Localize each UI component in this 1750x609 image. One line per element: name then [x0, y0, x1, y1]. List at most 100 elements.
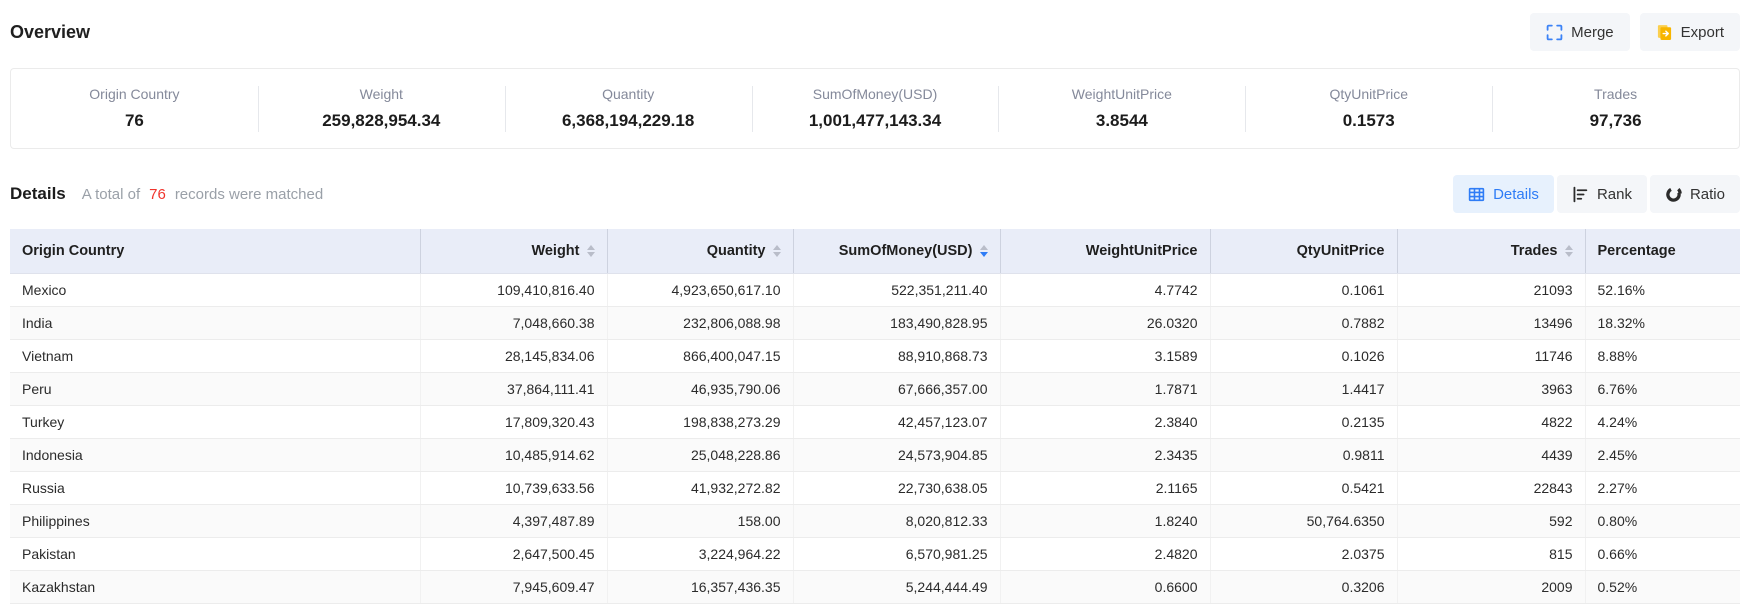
- cell-qty_unit_price: 50,764.6350: [1210, 504, 1397, 537]
- cell-quantity: 866,400,047.15: [607, 339, 793, 372]
- table-row-peru: Peru37,864,111.4146,935,790.0667,666,357…: [10, 372, 1740, 405]
- cell-percentage: 4.24%: [1585, 405, 1740, 438]
- cell-quantity: 158.00: [607, 504, 793, 537]
- cell-percentage: 6.76%: [1585, 372, 1740, 405]
- table-row-philippines: Philippines4,397,487.89158.008,020,812.3…: [10, 504, 1740, 537]
- export-button[interactable]: Export: [1640, 13, 1740, 51]
- cell-origin_country: Peru: [10, 372, 420, 405]
- cell-quantity: 198,838,273.29: [607, 405, 793, 438]
- cell-trades: 4439: [1397, 438, 1585, 471]
- sort-desc-icon: [587, 252, 595, 257]
- sort-asc-icon: [587, 245, 595, 250]
- cell-sum_of_money: 24,573,904.85: [793, 438, 1000, 471]
- table-row-mexico: Mexico109,410,816.404,923,650,617.10522,…: [10, 273, 1740, 306]
- stat-origin-country: Origin Country76: [11, 82, 258, 135]
- table-header-row: Origin Country Weight Quantity SumOfMoney(U…: [10, 229, 1740, 273]
- column-header-sumofmoney-usd[interactable]: SumOfMoney(USD): [793, 229, 1000, 273]
- cell-sum_of_money: 22,730,638.05: [793, 471, 1000, 504]
- details-header: Details A total of76records were matched: [10, 184, 323, 204]
- sort-carets-icon[interactable]: [773, 245, 781, 257]
- cell-weight: 17,809,320.43: [420, 405, 607, 438]
- donut-chart-icon: [1665, 186, 1682, 203]
- stat-value: 6,368,194,229.18: [505, 111, 752, 131]
- sort-carets-icon[interactable]: [587, 245, 595, 257]
- cell-weight_unit_price: 4.7742: [1000, 273, 1210, 306]
- table-row-vietnam: Vietnam28,145,834.06866,400,047.1588,910…: [10, 339, 1740, 372]
- cell-origin_country: Indonesia: [10, 438, 420, 471]
- cell-weight_unit_price: 2.3435: [1000, 438, 1210, 471]
- stat-value: 0.1573: [1245, 111, 1492, 131]
- sort-asc-icon: [980, 245, 988, 250]
- column-header-weight[interactable]: Weight: [420, 229, 607, 273]
- cell-origin_country: Pakistan: [10, 537, 420, 570]
- cell-origin_country: Turkey: [10, 405, 420, 438]
- view-button-details[interactable]: Details: [1453, 175, 1554, 213]
- stat-sumofmoney-usd: SumOfMoney(USD)1,001,477,143.34: [752, 82, 999, 135]
- cell-percentage: 18.32%: [1585, 306, 1740, 339]
- cell-weight: 7,048,660.38: [420, 306, 607, 339]
- column-label: Percentage: [1598, 243, 1676, 259]
- cell-trades: 592: [1397, 504, 1585, 537]
- cell-qty_unit_price: 0.2135: [1210, 405, 1397, 438]
- sort-carets-icon[interactable]: [1565, 245, 1573, 257]
- table-icon: [1468, 186, 1485, 203]
- cell-weight_unit_price: 1.8240: [1000, 504, 1210, 537]
- cell-trades: 21093: [1397, 273, 1585, 306]
- column-label: SumOfMoney(USD): [839, 243, 973, 259]
- view-button-label: Ratio: [1690, 186, 1725, 203]
- cell-sum_of_money: 42,457,123.07: [793, 405, 1000, 438]
- bar-chart-icon: [1572, 186, 1589, 203]
- merge-button-label: Merge: [1571, 24, 1614, 41]
- stat-value: 259,828,954.34: [258, 111, 505, 131]
- cell-qty_unit_price: 0.5421: [1210, 471, 1397, 504]
- column-header-origin-country: Origin Country: [10, 229, 420, 273]
- view-button-rank[interactable]: Rank: [1557, 175, 1647, 213]
- stat-value: 1,001,477,143.34: [752, 111, 999, 131]
- export-button-label: Export: [1681, 24, 1724, 41]
- table-row-india: India7,048,660.38232,806,088.98183,490,8…: [10, 306, 1740, 339]
- cell-percentage: 0.52%: [1585, 570, 1740, 603]
- cell-trades: 13496: [1397, 306, 1585, 339]
- cell-quantity: 46,935,790.06: [607, 372, 793, 405]
- cell-qty_unit_price: 0.1061: [1210, 273, 1397, 306]
- sort-asc-icon: [1565, 245, 1573, 250]
- matched-count: 76: [149, 186, 166, 203]
- cell-origin_country: Philippines: [10, 504, 420, 537]
- cell-quantity: 3,224,964.22: [607, 537, 793, 570]
- stat-quantity: Quantity6,368,194,229.18: [505, 82, 752, 135]
- cell-origin_country: Russia: [10, 471, 420, 504]
- table-row-turkey: Turkey17,809,320.43198,838,273.2942,457,…: [10, 405, 1740, 438]
- cell-qty_unit_price: 0.7882: [1210, 306, 1397, 339]
- cell-sum_of_money: 6,570,981.25: [793, 537, 1000, 570]
- column-header-qtyunitprice: QtyUnitPrice: [1210, 229, 1397, 273]
- cell-weight_unit_price: 3.1589: [1000, 339, 1210, 372]
- sort-desc-icon: [980, 252, 988, 257]
- column-label: QtyUnitPrice: [1297, 243, 1385, 259]
- export-icon: [1656, 24, 1673, 41]
- stat-label: Origin Country: [11, 86, 258, 102]
- column-label: Trades: [1511, 243, 1558, 259]
- table-row-indonesia: Indonesia10,485,914.6225,048,228.8624,57…: [10, 438, 1740, 471]
- sort-carets-icon[interactable]: [980, 245, 988, 257]
- summary-prefix: A total of: [82, 186, 140, 203]
- table-row-pakistan: Pakistan2,647,500.453,224,964.226,570,98…: [10, 537, 1740, 570]
- cell-trades: 11746: [1397, 339, 1585, 372]
- merge-button[interactable]: Merge: [1530, 13, 1630, 51]
- view-button-ratio[interactable]: Ratio: [1650, 175, 1740, 213]
- column-header-quantity[interactable]: Quantity: [607, 229, 793, 273]
- cell-percentage: 0.66%: [1585, 537, 1740, 570]
- cell-qty_unit_price: 0.1026: [1210, 339, 1397, 372]
- column-label: WeightUnitPrice: [1086, 243, 1198, 259]
- cell-quantity: 41,932,272.82: [607, 471, 793, 504]
- column-label: Weight: [531, 243, 579, 259]
- cell-percentage: 52.16%: [1585, 273, 1740, 306]
- overview-stats-card: Origin Country76Weight259,828,954.34Quan…: [10, 68, 1740, 149]
- cell-weight_unit_price: 0.6600: [1000, 570, 1210, 603]
- cell-qty_unit_price: 2.0375: [1210, 537, 1397, 570]
- table-row-russia: Russia10,739,633.5641,932,272.8222,730,6…: [10, 471, 1740, 504]
- details-summary: A total of76records were matched: [82, 186, 323, 203]
- column-header-trades[interactable]: Trades: [1397, 229, 1585, 273]
- top-bar: Overview Merge Export: [0, 0, 1750, 52]
- sort-asc-icon: [773, 245, 781, 250]
- cell-qty_unit_price: 1.4417: [1210, 372, 1397, 405]
